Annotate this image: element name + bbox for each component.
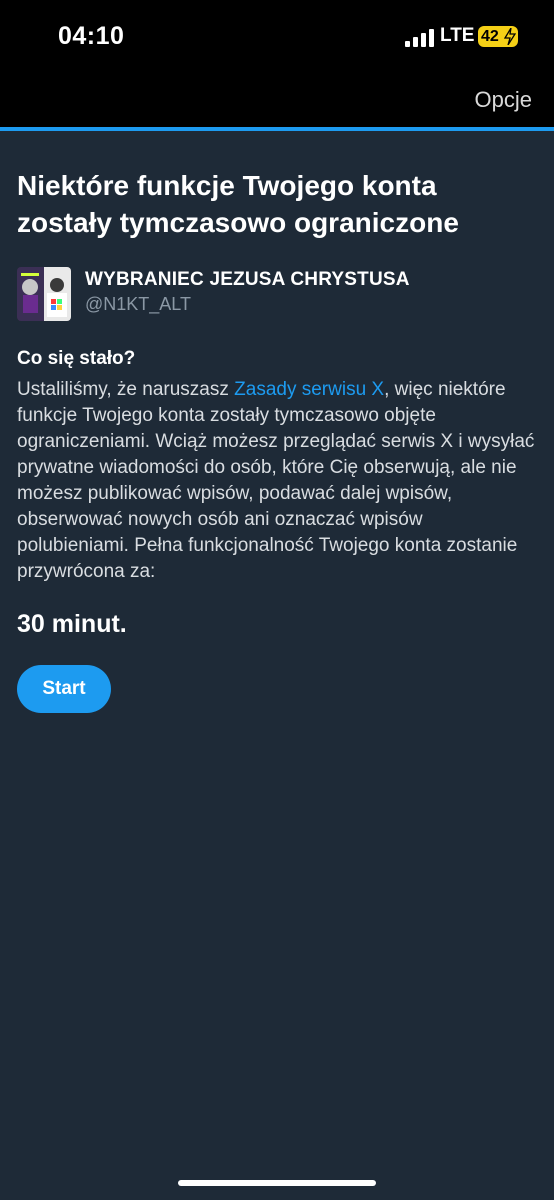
restriction-duration: 30 minut. <box>17 610 127 638</box>
rules-link[interactable]: Zasady serwisu X <box>234 379 384 400</box>
battery-charging-icon: 42 <box>478 26 518 47</box>
avatar <box>17 267 71 321</box>
section-heading: Co się stało? <box>17 348 136 369</box>
home-indicator[interactable] <box>178 1180 376 1186</box>
description-text-after-link: , więc niektóre funkcje Twojego konta zo… <box>17 379 535 582</box>
description-text-before-link: Ustaliliśmy, że naruszasz <box>17 379 235 400</box>
page-title: Niektóre funkcje Twojego konta zostały t… <box>17 170 459 238</box>
avatar-image <box>17 267 71 321</box>
restriction-notice: Niektóre funkcje Twojego konta zostały t… <box>17 131 537 713</box>
account-card: WYBRANIEC JEZUSA CHRYSTUSA @N1KT_ALT <box>17 267 537 321</box>
status-bar: 04:10 LTE 42 <box>0 0 554 74</box>
account-handle: @N1KT_ALT <box>85 294 191 314</box>
charging-bolt-icon <box>504 28 516 45</box>
account-display-name: WYBRANIEC JEZUSA CHRYSTUSA <box>85 269 410 290</box>
status-time: 04:10 <box>58 22 125 50</box>
restriction-description: Ustaliliśmy, że naruszasz Zasady serwisu… <box>17 377 537 585</box>
options-button[interactable]: Opcje <box>475 87 532 113</box>
battery-level: 42 <box>481 27 499 45</box>
cellular-signal-icon <box>405 29 434 47</box>
start-button[interactable]: Start <box>17 665 111 713</box>
network-type: LTE <box>440 25 475 46</box>
top-nav-bar: Opcje <box>0 74 554 128</box>
